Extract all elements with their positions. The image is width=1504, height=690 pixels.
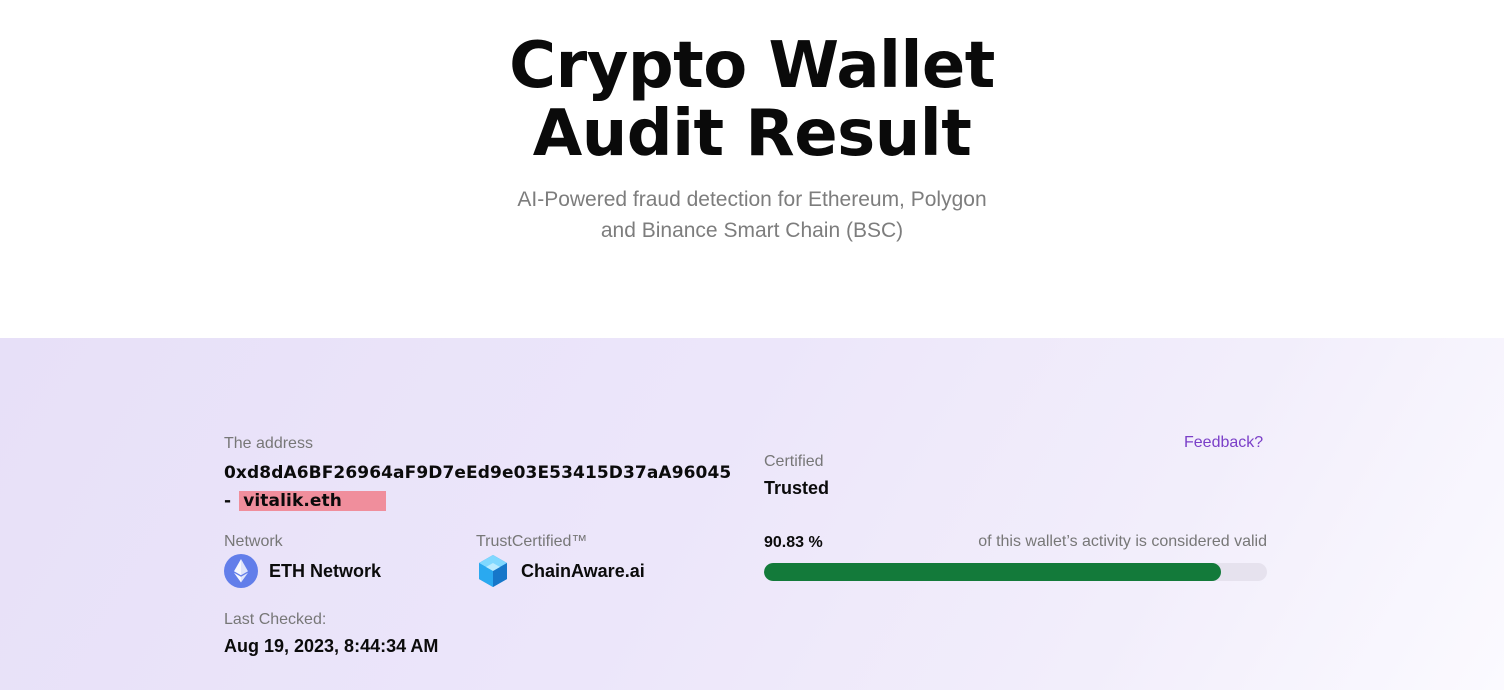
certified-label: Certified (764, 453, 824, 470)
certified-status: Trusted (764, 478, 830, 498)
network-label: Network (224, 533, 283, 550)
ethereum-icon (224, 554, 258, 588)
validity-progress-bar (764, 563, 1267, 581)
hero-section: Crypto Wallet Audit Result AI-Powered fr… (0, 0, 1504, 338)
network-info: ETH Network (224, 554, 381, 588)
page-subtitle: AI-Powered fraud detection for Ethereum,… (0, 184, 1504, 246)
title-line-1: Crypto Wallet (509, 29, 995, 103)
audit-result-panel: The address 0xd8dA6BF26964aF9D7eEd9e03E5… (0, 338, 1504, 690)
address-separator: - (224, 491, 238, 511)
feedback-link[interactable]: Feedback? (1184, 434, 1263, 452)
validity-progress-fill (764, 563, 1221, 581)
wallet-address[interactable]: 0xd8dA6BF26964aF9D7eEd9e03E53415D37aA960… (224, 459, 734, 515)
subtitle-line-2: and Binance Smart Chain (BSC) (600, 219, 904, 242)
trust-certified-label: TrustCertified™ (476, 533, 588, 550)
chainaware-cube-icon (476, 554, 510, 588)
page-title: Crypto Wallet Audit Result (0, 32, 1504, 168)
trust-certified-info: ChainAware.ai (476, 554, 645, 588)
validity-caption: of this wallet’s activity is considered … (978, 533, 1267, 550)
ens-name-badge: vitalik.eth (239, 491, 386, 511)
address-label: The address (224, 435, 313, 452)
last-checked-label: Last Checked: (224, 611, 327, 628)
last-checked-timestamp: Aug 19, 2023, 8:44:34 AM (224, 636, 439, 656)
trust-certifier-name: ChainAware.ai (521, 561, 645, 581)
wallet-address-value: 0xd8dA6BF26964aF9D7eEd9e03E53415D37aA960… (224, 463, 732, 483)
subtitle-line-1: AI-Powered fraud detection for Ethereum,… (517, 188, 987, 211)
title-line-2: Audit Result (532, 97, 972, 171)
network-name: ETH Network (269, 561, 382, 581)
